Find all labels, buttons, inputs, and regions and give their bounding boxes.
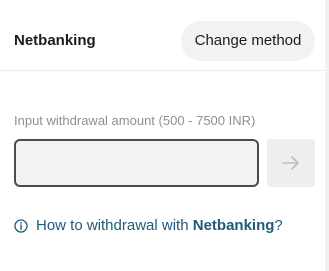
help-text-prefix: How to withdrawal with: [36, 217, 193, 234]
withdrawal-amount-label: Input withdrawal amount (500 - 7500 INR): [14, 113, 256, 128]
help-text-method: Netbanking: [192, 217, 275, 234]
info-icon: [14, 219, 28, 233]
withdrawal-amount-input[interactable]: [14, 139, 259, 187]
payment-method-title: Netbanking: [14, 32, 96, 49]
withdrawal-help-link[interactable]: How to withdrawal with Netbanking?: [14, 216, 283, 236]
help-text-suffix: ?: [274, 217, 283, 234]
help-text: How to withdrawal with Netbanking?: [36, 216, 283, 236]
arrow-right-icon: [282, 156, 299, 170]
submit-amount-button[interactable]: [267, 139, 315, 187]
scrollbar-track: [325, 0, 329, 271]
method-header: Netbanking Change method: [0, 0, 325, 71]
change-method-button[interactable]: Change method: [181, 21, 315, 61]
withdrawal-page: Netbanking Change method Input withdrawa…: [0, 0, 329, 271]
